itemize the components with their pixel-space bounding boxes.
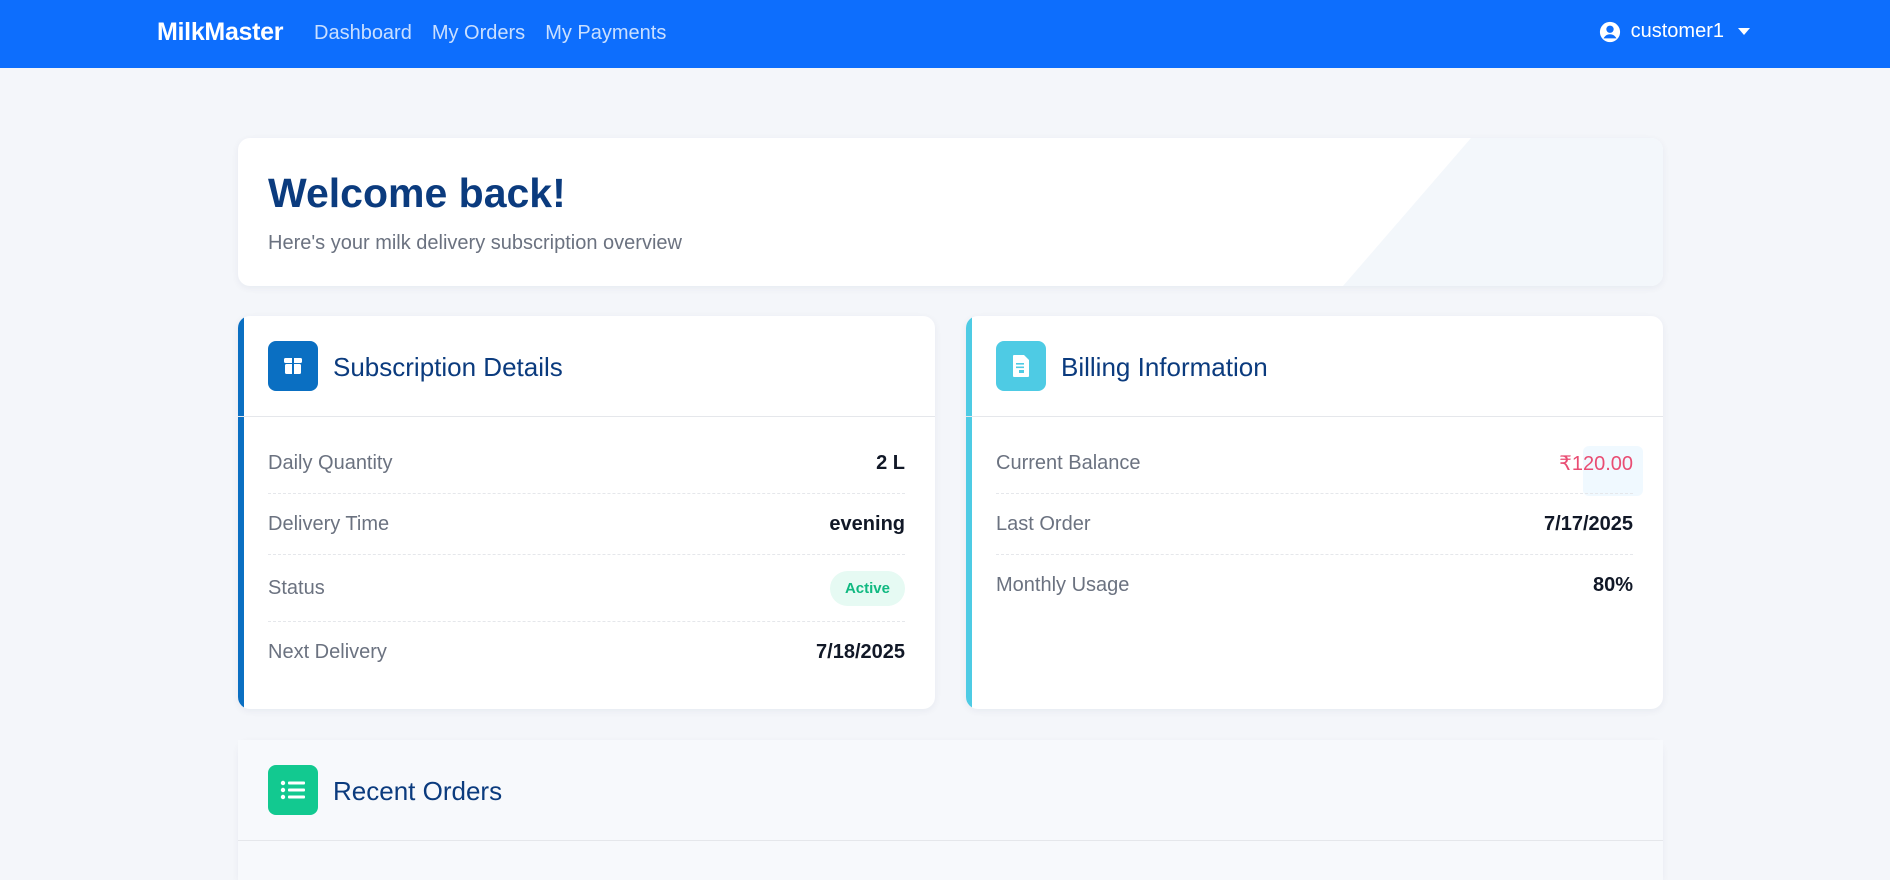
row-label: Next Delivery [268, 640, 387, 663]
detail-row: Current Balance ₹120.00 [996, 433, 1633, 494]
card-header: Recent Orders [238, 740, 1663, 841]
card-header: Subscription Details [238, 316, 935, 417]
detail-row: Next Delivery 7/18/2025 [268, 622, 905, 682]
invoice-icon [996, 341, 1046, 391]
row-label: Delivery Time [268, 512, 390, 535]
billing-rows: Current Balance ₹120.00 Last Order 7/17/… [996, 416, 1633, 615]
user-menu-dropdown[interactable]: customer1 [1599, 20, 1750, 43]
row-value: evening [829, 512, 905, 535]
row-label: Current Balance [996, 451, 1141, 474]
balance-value: ₹120.00 [1559, 452, 1633, 475]
detail-row: Last Order 7/17/2025 [996, 494, 1633, 555]
detail-row: Status Active [268, 555, 905, 622]
row-label: Last Order [996, 512, 1091, 535]
card-header: Billing Information [966, 316, 1663, 417]
box-icon [268, 341, 318, 391]
user-circle-icon [1599, 21, 1620, 42]
row-label: Daily Quantity [268, 451, 393, 474]
list-icon [268, 765, 318, 815]
chevron-down-icon [1738, 28, 1750, 35]
card-title: Billing Information [1061, 352, 1268, 382]
status-badge: Active [829, 570, 905, 606]
username-label: customer1 [1630, 20, 1724, 42]
welcome-card: Welcome back! Here's your milk delivery … [238, 138, 1663, 286]
nav-link-my-payments[interactable]: My Payments [545, 22, 666, 45]
card-title: Recent Orders [333, 776, 503, 806]
row-value: 7/17/2025 [1544, 512, 1633, 535]
nav-links: Dashboard My Orders My Payments [314, 22, 666, 45]
detail-row: Monthly Usage 80% [996, 555, 1633, 615]
row-value: 2 L [876, 451, 905, 474]
row-value: 80% [1592, 573, 1633, 596]
nav-link-dashboard[interactable]: Dashboard [314, 22, 412, 45]
detail-row: Daily Quantity 2 L [268, 433, 905, 494]
billing-information-card: Billing Information Current Balance ₹120… [966, 316, 1663, 709]
subscription-details-card: Subscription Details Daily Quantity 2 L … [238, 316, 935, 709]
row-value: 7/18/2025 [816, 640, 905, 663]
brand-logo[interactable]: MilkMaster [157, 18, 284, 47]
subscription-rows: Daily Quantity 2 L Delivery Time evening… [268, 416, 905, 682]
decorative-shape [1343, 138, 1663, 286]
row-label: Monthly Usage [996, 573, 1130, 596]
welcome-title: Welcome back! [268, 170, 566, 216]
row-label: Status [268, 576, 325, 599]
top-navbar: MilkMaster Dashboard My Orders My Paymen… [0, 0, 1890, 68]
welcome-subtitle: Here's your milk delivery subscription o… [268, 232, 682, 254]
nav-link-my-orders[interactable]: My Orders [432, 22, 525, 45]
recent-orders-card: Recent Orders [238, 740, 1663, 880]
detail-row: Delivery Time evening [268, 494, 905, 555]
card-title: Subscription Details [333, 352, 563, 382]
